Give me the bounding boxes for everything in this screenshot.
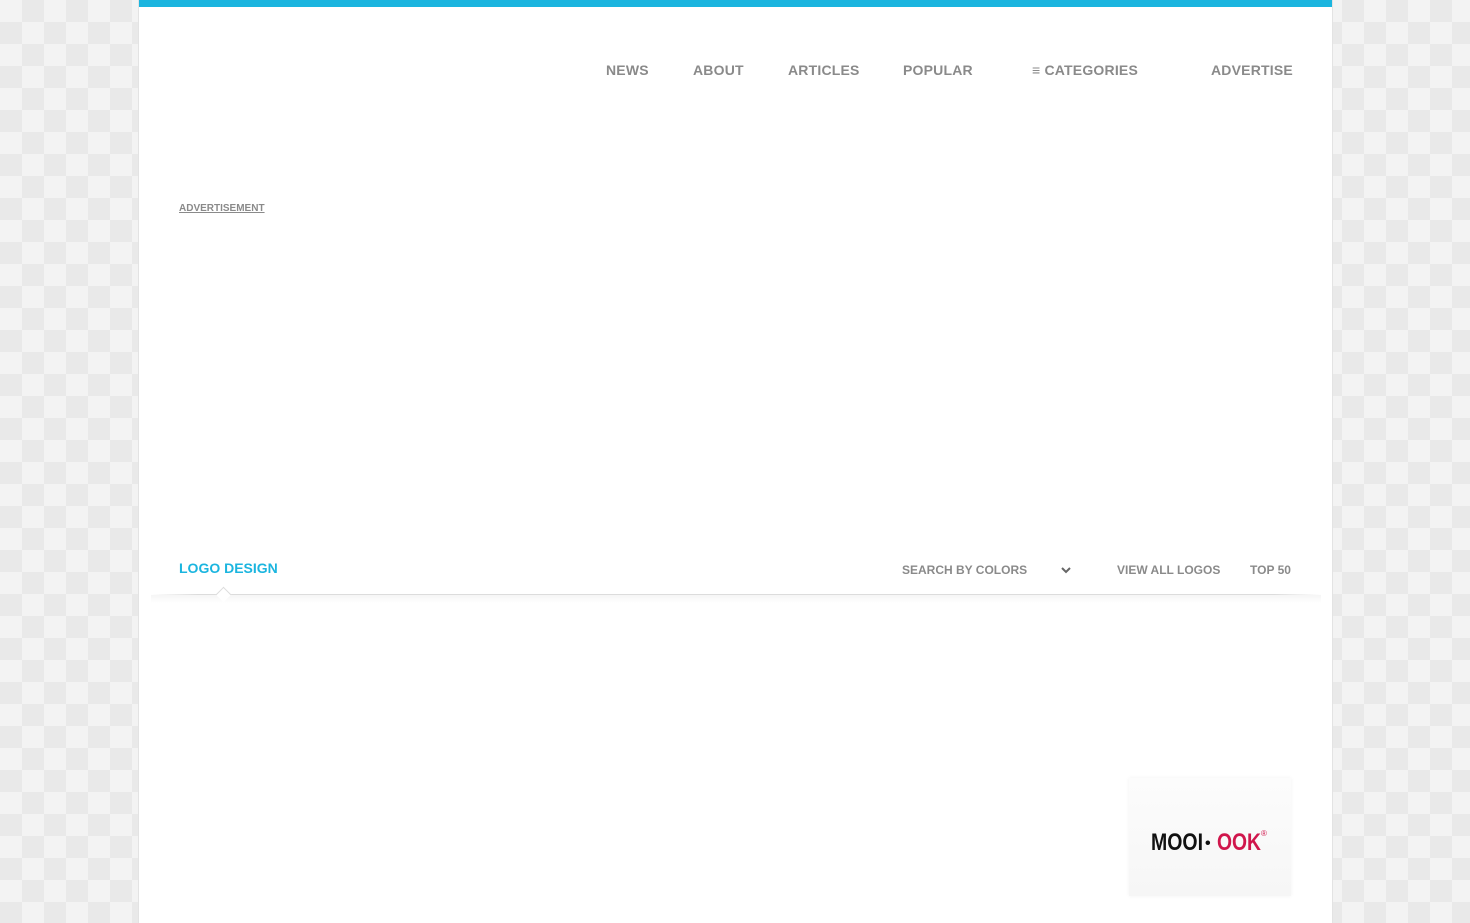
top-accent-bar: [139, 0, 1332, 7]
nav-popular-link[interactable]: POPULAR: [903, 62, 973, 78]
nav-categories-link[interactable]: ≡ CATEGORIES: [1032, 62, 1138, 78]
page-container: NEWS ABOUT ARTICLES POPULAR ≡ CATEGORIES…: [138, 0, 1333, 923]
mooi-ook-logo: MOOI • OOK ®: [1151, 829, 1267, 856]
logo-word-left: MOOI: [1151, 829, 1203, 856]
nav-news-link[interactable]: NEWS: [606, 62, 649, 78]
advertisement-label[interactable]: ADVERTISEMENT: [179, 203, 265, 214]
section-tools: SEARCH BY COLORS VIEW ALL LOGOS TOP 50: [139, 563, 1332, 579]
color-filter-label: SEARCH BY COLORS: [902, 563, 1028, 577]
chevron-down-icon: [1061, 567, 1071, 574]
nav-advertise-link[interactable]: ADVERTISE: [1211, 62, 1293, 78]
top-50-link[interactable]: TOP 50: [1250, 563, 1291, 577]
nav-about-link[interactable]: ABOUT: [693, 62, 744, 78]
main-nav: NEWS ABOUT ARTICLES POPULAR ≡ CATEGORIES…: [139, 62, 1332, 82]
color-filter-select[interactable]: SEARCH BY COLORS: [902, 563, 1074, 579]
nav-articles-link[interactable]: ARTICLES: [788, 62, 860, 78]
logo-word-right: OOK: [1217, 829, 1262, 856]
view-all-logos-link[interactable]: VIEW ALL LOGOS: [1117, 563, 1220, 577]
logo-registered-mark: ®: [1261, 829, 1267, 838]
section-divider-shadow: [151, 595, 1321, 603]
logo-thumbnail-card[interactable]: MOOI • OOK ®: [1129, 778, 1291, 896]
logo-separator: •: [1205, 835, 1211, 852]
